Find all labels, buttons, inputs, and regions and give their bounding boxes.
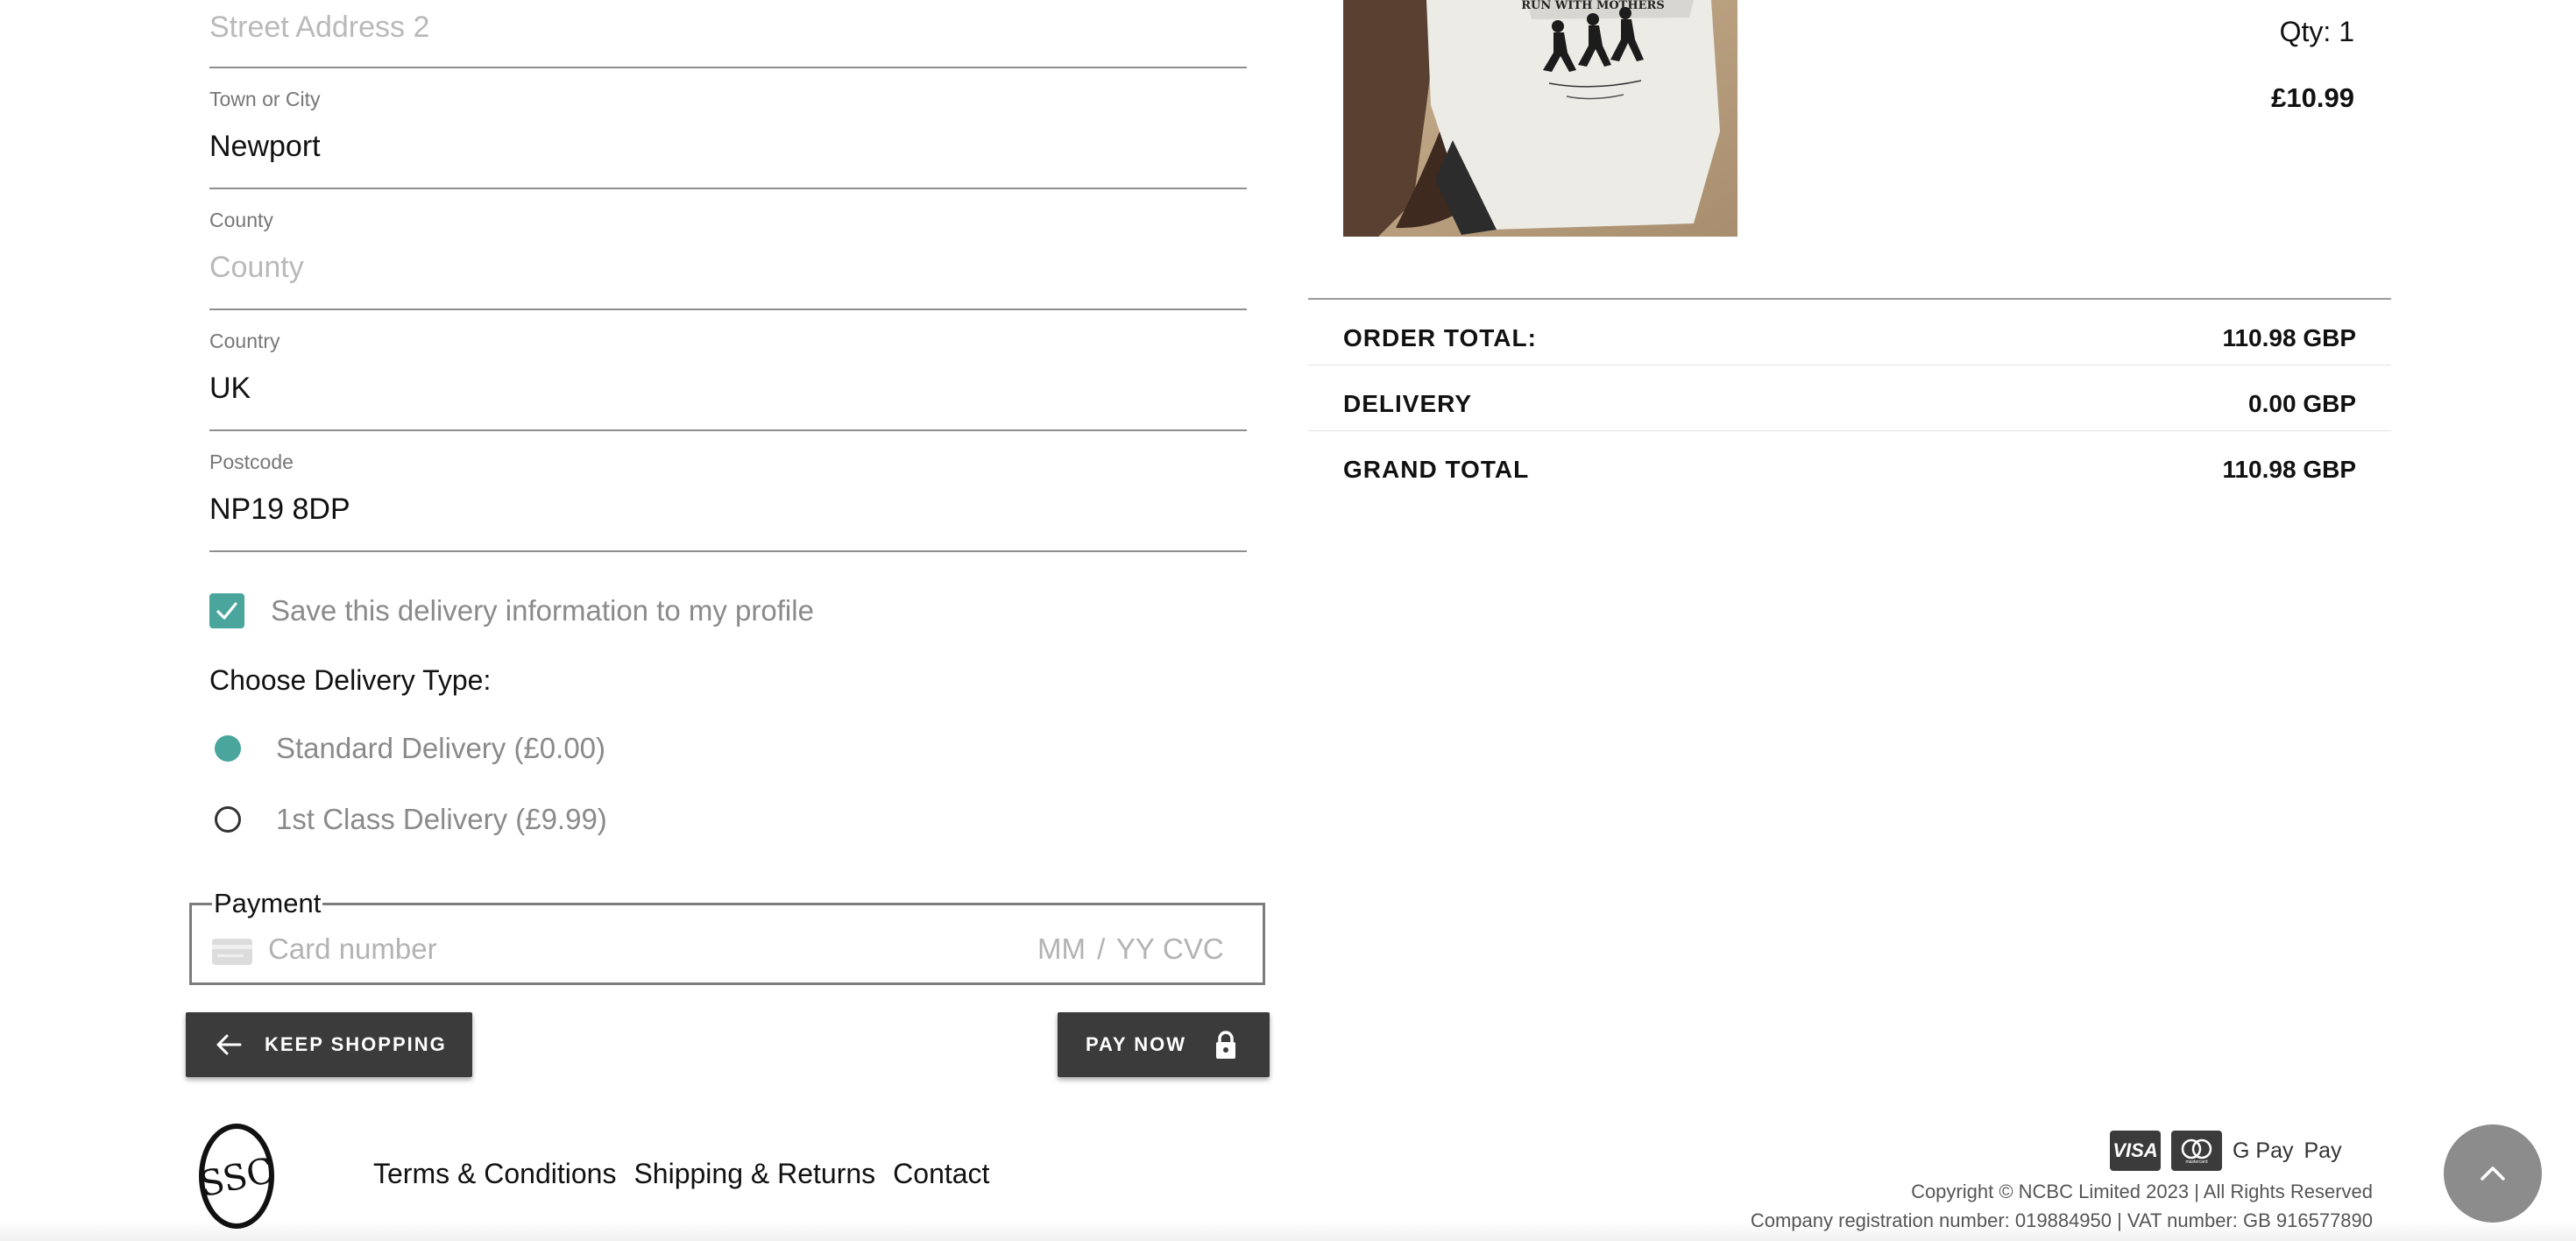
- summary-row-delivery: DELIVERY 0.00 GBP: [1308, 365, 2391, 431]
- country-input[interactable]: UK: [209, 372, 251, 406]
- delivery-type-heading: Choose Delivery Type:: [209, 664, 492, 696]
- county-field[interactable]: County County: [209, 189, 1247, 310]
- summary-row-order-total: ORDER TOTAL: 110.98 GBP: [1308, 300, 2391, 365]
- summary-value: 110.98 GBP: [2222, 324, 2356, 351]
- summary-label: GRAND TOTAL: [1343, 456, 1530, 483]
- visa-icon: VISA: [2110, 1131, 2161, 1171]
- card-expiry-input[interactable]: MM / YY: [1037, 933, 1155, 966]
- product-image-text: RUN WITH MOTHERS: [1521, 0, 1664, 12]
- street-address-2-input[interactable]: Street Address 2: [209, 11, 429, 45]
- postcode-input[interactable]: NP19 8DP: [209, 493, 350, 527]
- footer-link-contact[interactable]: Contact: [893, 1158, 989, 1190]
- pay-now-label: PAY NOW: [1086, 1033, 1187, 1055]
- footer-link-shipping[interactable]: Shipping & Returns: [633, 1158, 875, 1190]
- town-input[interactable]: Newport: [209, 130, 321, 164]
- county-label: County: [209, 209, 273, 231]
- apple-pay-icon: Pay: [2304, 1138, 2342, 1163]
- footer-links: Terms & Conditions Shipping & Returns Co…: [373, 1158, 1007, 1190]
- footer-link-terms[interactable]: Terms & Conditions: [373, 1158, 616, 1190]
- delivery-option-standard[interactable]: Standard Delivery (£0.00): [215, 731, 605, 766]
- save-info-checkbox[interactable]: [209, 593, 244, 628]
- registration-text: Company registration number: 019884950 |…: [1750, 1209, 2373, 1231]
- credit-card-icon: [212, 939, 252, 965]
- item-price: £10.99: [2271, 82, 2354, 113]
- card-number-input[interactable]: Card number: [268, 933, 437, 966]
- google-pay-icon: G Pay: [2233, 1138, 2294, 1163]
- summary-value: 0.00 GBP: [2248, 390, 2356, 417]
- summary-label: ORDER TOTAL:: [1343, 324, 1537, 351]
- logo-text: SSC: [198, 1151, 275, 1206]
- radio-first-class[interactable]: [215, 806, 241, 833]
- postcode-field[interactable]: Postcode NP19 8DP: [209, 431, 1247, 552]
- checkmark-icon: [216, 602, 237, 620]
- summary-value: 110.98 GBP: [2222, 456, 2356, 483]
- radio-standard[interactable]: [215, 735, 241, 762]
- mastercard-text: mastercard: [2185, 1159, 2207, 1165]
- save-info-row[interactable]: Save this delivery information to my pro…: [209, 592, 814, 629]
- mastercard-icon: mastercard: [2171, 1131, 2222, 1171]
- postcode-label: Postcode: [209, 450, 294, 473]
- payment-methods: VISA mastercard G Pay Pay: [2110, 1131, 2353, 1171]
- street-address-2-field[interactable]: Street Address 2: [209, 0, 1247, 68]
- county-input[interactable]: County: [209, 251, 304, 285]
- town-label: Town or City: [209, 88, 321, 110]
- delivery-option-label: Standard Delivery (£0.00): [276, 732, 606, 764]
- town-field[interactable]: Town or City Newport: [209, 68, 1247, 189]
- order-summary: ORDER TOTAL: 110.98 GBP DELIVERY 0.00 GB…: [1308, 298, 2391, 497]
- item-quantity: Qty: 1: [2279, 16, 2354, 47]
- arrow-left-icon: [216, 1034, 242, 1055]
- copyright-text: Copyright © NCBC Limited 2023 | All Righ…: [1911, 1181, 2373, 1202]
- delivery-option-first-class[interactable]: 1st Class Delivery (£9.99): [215, 802, 607, 837]
- country-label: Country: [209, 330, 280, 352]
- chevron-up-icon: [2480, 1167, 2505, 1181]
- payment-legend: Payment: [212, 888, 323, 919]
- delivery-option-label: 1st Class Delivery (£9.99): [276, 803, 607, 835]
- summary-row-grand-total: GRAND TOTAL 110.98 GBP: [1308, 431, 2391, 497]
- scroll-to-top-button[interactable]: [2444, 1124, 2542, 1223]
- card-cvc-input[interactable]: CVC: [1163, 933, 1224, 966]
- product-image: RUN WITH MOTHERS: [1343, 0, 1737, 237]
- site-logo[interactable]: SSC: [196, 1123, 278, 1230]
- keep-shopping-label: KEEP SHOPPING: [265, 1033, 447, 1055]
- keep-shopping-button[interactable]: KEEP SHOPPING: [186, 1012, 472, 1077]
- pay-now-button[interactable]: PAY NOW: [1058, 1012, 1270, 1077]
- save-info-label: Save this delivery information to my pro…: [271, 594, 814, 627]
- country-field[interactable]: Country UK: [209, 310, 1247, 431]
- lock-icon: [1216, 1031, 1236, 1059]
- summary-label: DELIVERY: [1343, 390, 1472, 417]
